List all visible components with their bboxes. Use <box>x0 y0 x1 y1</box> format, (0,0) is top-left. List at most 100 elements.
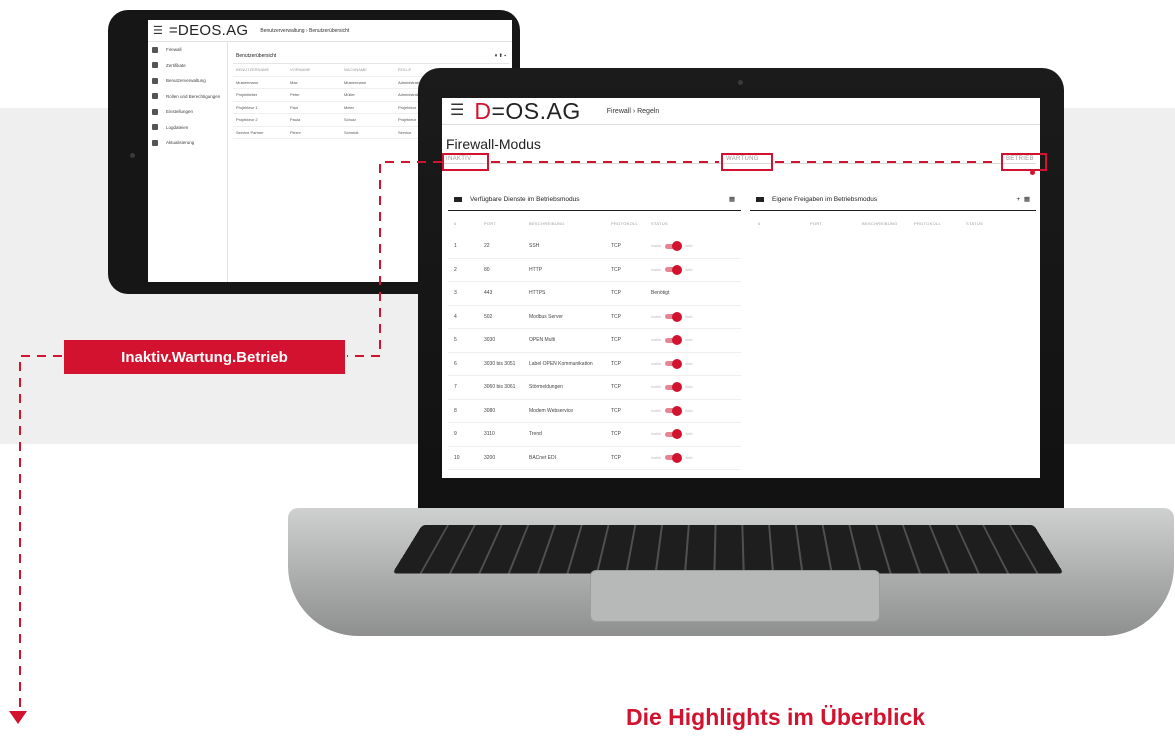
toggle-active-label: Aktiv <box>685 314 693 319</box>
table-cell: 3060 bis 3061 <box>484 384 516 391</box>
column-header[interactable]: PORT <box>810 221 862 226</box>
sidebar-item-label: Zertifikate <box>166 62 186 68</box>
nav-icon <box>152 139 158 146</box>
table-row: 10 3200 BACnet EDI TCP Inaktiv Aktiv <box>448 447 741 470</box>
sidebar-item[interactable]: Einstellungen <box>148 104 227 120</box>
table-cell: 3 <box>454 290 457 297</box>
nav-icon <box>152 108 158 115</box>
table-cell: Service Partner <box>236 129 264 135</box>
table-row: 8 3080 Modem Webservice TCP Inaktiv Aktiv <box>448 400 741 423</box>
table-cell: Trend <box>529 431 542 438</box>
sidebar-item[interactable]: Logdateien <box>148 120 227 136</box>
table-cell: Modbus Server <box>529 313 563 320</box>
tablet-card-header: Benutzerübersicht ▾ ⬆ ▪ <box>233 48 509 64</box>
table-cell: TCP <box>611 313 621 320</box>
table-header: # PORT BESCHREIBUNG PROTOKOLL STATUS <box>448 211 741 235</box>
table-cell: 22 <box>484 243 490 250</box>
table-cell: TCP <box>611 407 621 414</box>
column-header[interactable]: BENUTZERNAME <box>236 67 290 72</box>
toggle-knob[interactable] <box>672 241 683 252</box>
table-cell: 2 <box>454 266 457 273</box>
status-toggle[interactable] <box>665 335 683 346</box>
toggle-knob[interactable] <box>672 358 683 369</box>
table-cell: Meier <box>344 104 355 110</box>
menu-icon[interactable]: ☰ <box>450 103 464 119</box>
toggle-knob[interactable] <box>672 429 683 440</box>
column-header[interactable]: PORT <box>484 221 529 226</box>
toggle-active-label: Aktiv <box>685 361 693 366</box>
column-header[interactable]: # <box>454 221 484 226</box>
sidebar-item[interactable]: Aktualisierung <box>148 135 227 151</box>
toggle-active-label: Aktiv <box>685 432 693 437</box>
table-cell: 3200 <box>484 454 496 461</box>
column-header[interactable]: VORNAME <box>290 67 344 72</box>
toggle-inactive-label: Inaktiv <box>651 432 662 437</box>
status-toggle[interactable] <box>665 358 683 369</box>
toggle-knob[interactable] <box>672 264 683 275</box>
status-toggle[interactable] <box>665 405 683 416</box>
toggle-knob[interactable] <box>672 382 683 393</box>
column-header[interactable]: STATUS <box>966 221 1018 226</box>
table-cell: Mustermann <box>236 79 259 85</box>
tablet-topbar: ☰ =DEOS.AG Benutzerverwaltung › Benutzer… <box>148 20 512 42</box>
toggle-knob[interactable] <box>672 405 683 416</box>
highlight-inaktiv <box>442 153 489 171</box>
columns-icon[interactable]: ▦ <box>1024 196 1030 203</box>
table-cell: Projekteur 1 <box>236 104 258 110</box>
keyboard <box>392 524 1064 574</box>
sidebar-item[interactable]: Firewall <box>148 42 227 58</box>
toggle-knob[interactable] <box>672 335 683 346</box>
card-actions-icon[interactable]: ▾ ⬆ ▪ <box>495 53 506 59</box>
card-header: Verfügbare Dienste im Betriebsmodus ▦ <box>448 188 741 211</box>
table-row: 4 502 Modbus Server TCP Inaktiv Aktiv <box>448 306 741 329</box>
toggle-knob[interactable] <box>672 452 683 463</box>
status-toggle[interactable] <box>665 382 683 393</box>
toggle-inactive-label: Inaktiv <box>651 385 662 390</box>
toggle-inactive-label: Inaktiv <box>651 267 662 272</box>
toggle-active-label: Aktiv <box>685 267 693 272</box>
table-cell: Schulz <box>344 117 357 123</box>
table-cell: Paula <box>290 117 301 123</box>
status-toggle[interactable] <box>665 429 683 440</box>
toggle-inactive-label: Inaktiv <box>651 314 662 319</box>
status-toggle[interactable] <box>665 241 683 252</box>
column-header[interactable]: STATUS <box>651 221 731 226</box>
table-cell: 1 <box>454 243 457 250</box>
toggle-inactive-label: Inaktiv <box>651 361 662 366</box>
table-cell: OPEN Multi <box>529 337 556 344</box>
column-header[interactable]: PROTOKOLL <box>611 221 651 226</box>
status-cell: Inaktiv Aktiv <box>651 241 731 252</box>
table-cell: Label OPEN Kommunikation <box>529 360 593 367</box>
status-cell: Inaktiv Aktiv <box>651 335 731 346</box>
nav-icon <box>152 93 158 100</box>
table-cell: Mustermann <box>344 79 367 85</box>
mode-callout: Inaktiv.Wartung.Betrieb <box>64 340 345 374</box>
sidebar-item[interactable]: Zertifikate <box>148 58 227 74</box>
highlight-wartung <box>721 153 773 171</box>
status-toggle[interactable] <box>665 264 683 275</box>
table-cell: HTTP <box>529 266 543 273</box>
table-cell: Peter <box>290 92 300 98</box>
sidebar-item[interactable]: Rollen und Berechtigungen <box>148 89 227 105</box>
nav-icon <box>152 77 158 84</box>
column-header[interactable]: PROTOKOLL <box>914 221 966 226</box>
table-cell: 3110 <box>484 431 495 438</box>
page-title: Firewall-Modus <box>446 136 541 152</box>
tablet-card-title: Benutzerübersicht <box>236 52 277 59</box>
menu-icon[interactable]: ☰ <box>153 24 163 37</box>
sidebar-item[interactable]: Benutzerverwaltung <box>148 73 227 89</box>
column-header[interactable]: BESCHREIBUNG <box>862 221 914 226</box>
toggle-knob[interactable] <box>672 311 683 322</box>
add-icon[interactable]: + <box>1016 196 1020 203</box>
table-cell: Max <box>290 79 298 85</box>
table-cell: TCP <box>611 454 621 461</box>
table-cell: 443 <box>484 290 493 297</box>
tablet-sidebar: Firewall Zertifikate Benutzerverwaltung … <box>148 42 228 282</box>
column-header[interactable]: NACHNAME <box>344 67 398 72</box>
status-toggle[interactable] <box>665 311 683 322</box>
columns-icon[interactable]: ▦ <box>729 195 735 203</box>
column-header[interactable]: # <box>758 221 810 226</box>
available-services-card: Verfügbare Dienste im Betriebsmodus ▦ # … <box>448 188 741 470</box>
column-header[interactable]: BESCHREIBUNG <box>529 221 611 226</box>
status-toggle[interactable] <box>665 452 683 463</box>
